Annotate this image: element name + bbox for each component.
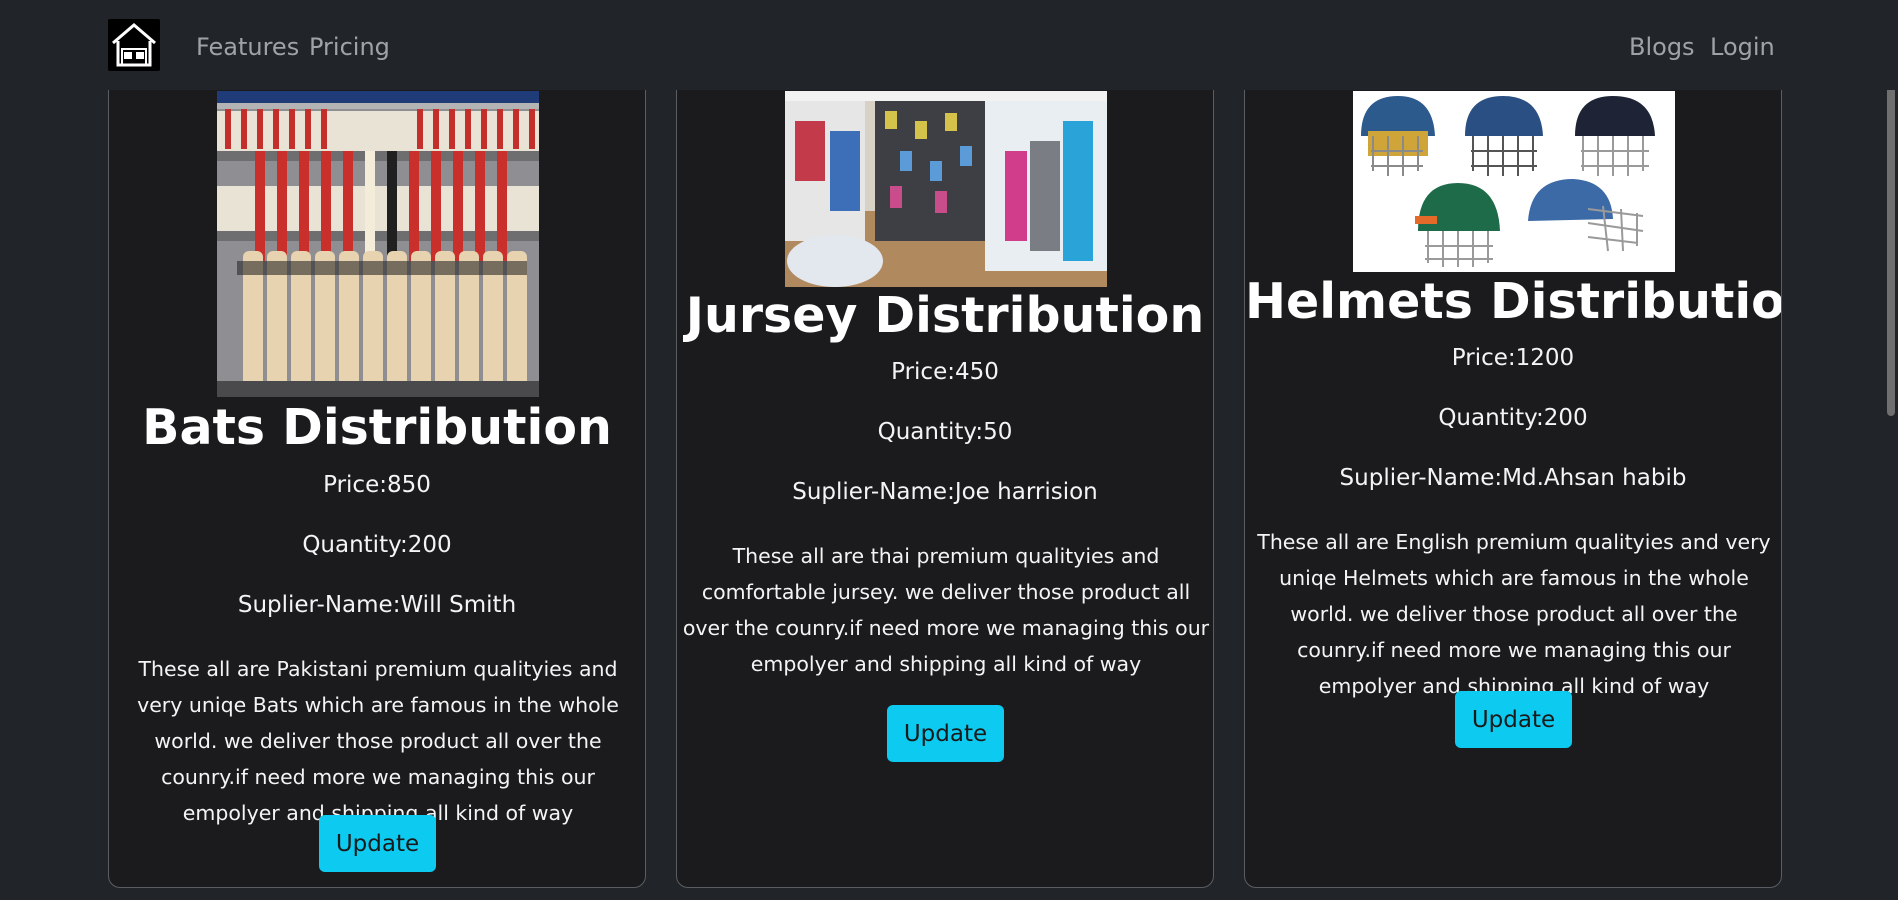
page: Bats Distribution Price:850 Quantity:200…	[0, 0, 1898, 900]
product-card-bats: Bats Distribution Price:850 Quantity:200…	[108, 30, 646, 888]
nav-pricing-link[interactable]: Pricing	[309, 30, 390, 64]
navbar: Features Pricing Blogs Login	[0, 0, 1898, 90]
nav-features-link[interactable]: Features	[196, 30, 299, 64]
card-quantity: Quantity:200	[1438, 405, 1588, 431]
card-supplier: Suplier-Name:Md.Ahsan habib	[1339, 465, 1687, 491]
card-description: These all are English premium qualityies…	[1257, 530, 1771, 698]
product-card-helmets: Helmets Distribution Price:1200 Quantity…	[1244, 30, 1782, 888]
card-title: Bats Distribution	[142, 399, 612, 456]
update-button[interactable]: Update	[319, 815, 436, 872]
card-supplier: Suplier-Name:Will Smith	[237, 592, 517, 618]
card-description: These all are thai premium qualityies an…	[682, 544, 1210, 676]
nav-blogs-link[interactable]: Blogs	[1629, 30, 1695, 64]
product-card-jursey: Jursey Distribution Price:450 Quantity:5…	[676, 30, 1214, 888]
card-quantity: Quantity:200	[302, 532, 452, 558]
update-button[interactable]: Update	[1455, 691, 1572, 748]
update-button[interactable]: Update	[887, 705, 1004, 762]
card-price: Price:850	[323, 472, 431, 498]
card-title: Helmets Distribution	[1245, 273, 1782, 330]
card-price: Price:450	[891, 359, 999, 385]
helmets-image	[1353, 91, 1675, 272]
card-title: Jursey Distribution	[685, 287, 1205, 344]
scrollbar[interactable]	[1884, 0, 1898, 900]
card-supplier: Suplier-Name:Joe harrision	[792, 479, 1098, 505]
card-price: Price:1200	[1451, 345, 1575, 371]
bats-image	[217, 91, 539, 397]
nav-login-link[interactable]: Login	[1710, 30, 1775, 64]
jursey-image	[785, 91, 1107, 287]
warehouse-icon[interactable]	[108, 19, 160, 71]
card-description: These all are Pakistani premium qualityi…	[137, 657, 619, 825]
card-quantity: Quantity:50	[877, 419, 1013, 445]
